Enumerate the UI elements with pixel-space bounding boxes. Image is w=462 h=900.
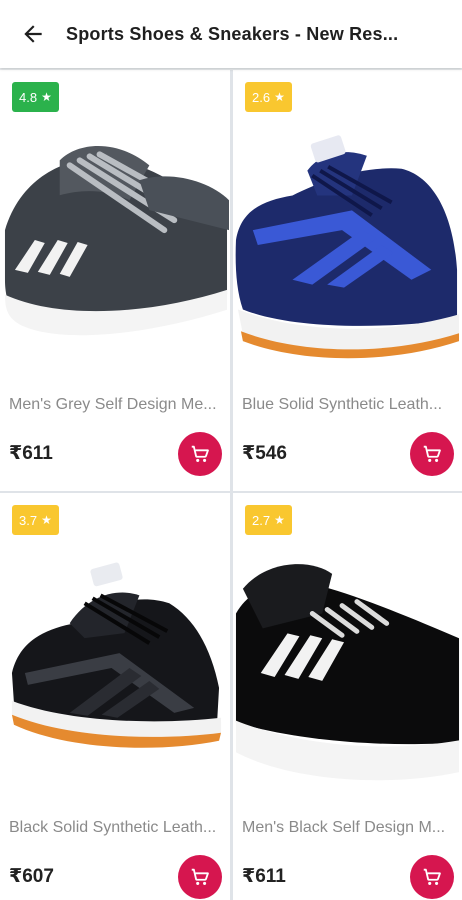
- product-card[interactable]: 2.6 ★ Blue Solid Synthetic Leath... ₹546: [231, 70, 462, 493]
- product-price: ₹546: [242, 443, 287, 464]
- cart-icon: [423, 868, 441, 885]
- cart-icon: [191, 868, 209, 885]
- product-image[interactable]: [0, 543, 230, 798]
- add-to-cart-button[interactable]: [178, 432, 222, 476]
- product-image[interactable]: [0, 120, 230, 375]
- add-to-cart-button[interactable]: [410, 432, 454, 476]
- product-price: ₹611: [9, 443, 53, 464]
- back-button[interactable]: [0, 0, 66, 68]
- black-white-stripe-sneaker-image: [235, 564, 460, 781]
- black-sneaker-image: [11, 562, 222, 748]
- product-grid: 4.8 ★ Men's Grey Self Design Me... ₹611: [0, 70, 462, 900]
- rating-value: 2.6: [252, 89, 271, 105]
- star-icon: ★: [274, 513, 285, 527]
- product-image[interactable]: [233, 543, 462, 798]
- page-title: Sports Shoes & Sneakers - New Res...: [66, 23, 399, 44]
- rating-badge: 2.7 ★: [245, 505, 292, 535]
- rating-value: 4.8: [19, 89, 38, 105]
- star-icon: ★: [41, 513, 52, 527]
- rating-value: 2.7: [252, 512, 271, 528]
- product-name[interactable]: Blue Solid Synthetic Leath...: [242, 396, 460, 414]
- arrow-back-icon: [24, 25, 42, 43]
- rating-value: 3.7: [19, 512, 38, 528]
- product-price: ₹607: [9, 866, 54, 887]
- add-to-cart-button[interactable]: [178, 855, 222, 899]
- rating-badge: 4.8 ★: [12, 82, 59, 112]
- product-card[interactable]: 4.8 ★ Men's Grey Self Design Me... ₹611: [0, 70, 231, 493]
- add-to-cart-button[interactable]: [410, 855, 454, 899]
- product-name[interactable]: Men's Grey Self Design Me...: [9, 396, 227, 414]
- cart-icon: [423, 445, 441, 462]
- product-image[interactable]: [233, 120, 462, 375]
- product-card[interactable]: 3.7 ★ Black Solid Synthetic Leath... ₹60…: [0, 493, 231, 900]
- product-price: ₹611: [242, 866, 286, 887]
- star-icon: ★: [274, 90, 285, 104]
- rating-badge: 3.7 ★: [12, 505, 59, 535]
- product-name[interactable]: Men's Black Self Design M...: [242, 819, 460, 837]
- app-bar: Sports Shoes & Sneakers - New Res...: [0, 0, 462, 68]
- blue-sneaker-image: [235, 135, 460, 359]
- cart-icon: [191, 445, 209, 462]
- star-icon: ★: [41, 90, 52, 104]
- grey-sneaker-image: [4, 146, 230, 336]
- product-card[interactable]: 2.7 ★ Men's Black Self Design M... ₹611: [231, 493, 462, 900]
- rating-badge: 2.6 ★: [245, 82, 292, 112]
- product-name[interactable]: Black Solid Synthetic Leath...: [9, 819, 227, 837]
